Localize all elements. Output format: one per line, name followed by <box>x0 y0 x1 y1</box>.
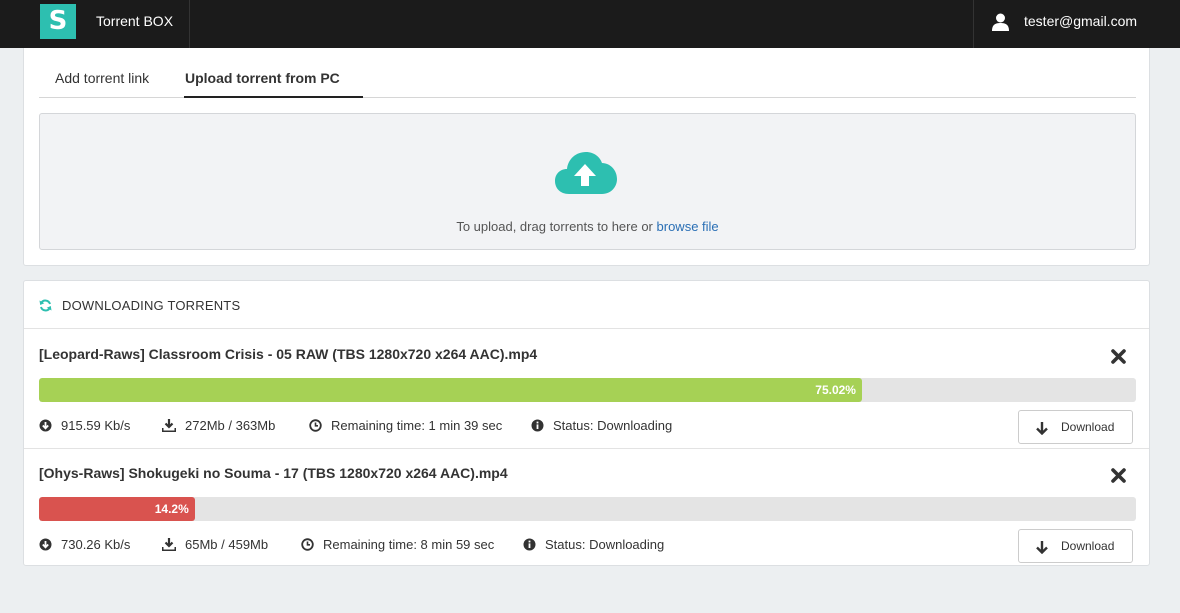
torrent-name: [Ohys-Raws] Shokugeki no Souma - 17 (TBS… <box>39 465 508 481</box>
downloads-header: DOWNLOADING TORRENTS <box>24 281 1149 329</box>
tab-add-torrent-link[interactable]: Add torrent link <box>55 70 149 86</box>
upload-panel: Add torrent link Upload torrent from PC … <box>23 48 1150 266</box>
torrent-status: Status: Downloading <box>523 537 664 552</box>
torrent-status: Status: Downloading <box>531 418 672 433</box>
browse-file-link[interactable]: browse file <box>657 219 719 234</box>
progress-percent: 75.02% <box>815 383 856 397</box>
download-button-label: Download <box>1061 539 1115 553</box>
download-size: 65Mb / 459Mb <box>162 537 268 552</box>
remaining-value: Remaining time: 1 min 39 sec <box>331 418 503 433</box>
size-value: 272Mb / 363Mb <box>185 418 276 433</box>
dropzone-instructions: To upload, drag torrents to here or brow… <box>40 219 1135 234</box>
status-value: Status: Downloading <box>545 537 665 552</box>
speed-value: 915.59 Kb/s <box>61 418 131 433</box>
remaining-time: Remaining time: 1 min 39 sec <box>309 418 502 433</box>
arrow-down-icon <box>1036 541 1048 554</box>
size-value: 65Mb / 459Mb <box>185 537 269 552</box>
arrow-circle-down-icon <box>39 538 52 551</box>
dropzone-text: To upload, drag torrents to here or <box>456 219 657 234</box>
info-circle-icon <box>523 538 536 551</box>
download-size: 272Mb / 363Mb <box>162 418 275 433</box>
arrow-circle-down-icon <box>39 419 52 432</box>
cloud-upload-icon[interactable] <box>555 150 617 196</box>
progress-bar: 14.2% <box>39 497 1136 521</box>
user-icon[interactable] <box>992 13 1009 31</box>
download-tray-icon <box>162 419 176 432</box>
app-brand-name[interactable]: Torrent BOX <box>96 13 173 29</box>
top-navbar: S Torrent BOX tester@gmail.com <box>0 0 1180 48</box>
app-logo[interactable]: S <box>40 4 76 39</box>
torrent-name: [Leopard-Raws] Classroom Crisis - 05 RAW… <box>39 346 538 362</box>
status-value: Status: Downloading <box>553 418 673 433</box>
downloads-title: DOWNLOADING TORRENTS <box>62 298 241 313</box>
navbar-divider <box>973 0 974 48</box>
navbar-divider <box>189 0 190 48</box>
downloads-panel: DOWNLOADING TORRENTS [Leopard-Raws] Clas… <box>23 280 1150 566</box>
tab-upload-from-pc[interactable]: Upload torrent from PC <box>185 70 340 86</box>
clock-icon <box>309 419 322 432</box>
refresh-icon[interactable] <box>39 299 52 312</box>
progress-fill: 14.2% <box>39 497 195 521</box>
download-speed: 915.59 Kb/s <box>39 418 130 433</box>
progress-percent: 14.2% <box>154 502 189 516</box>
remove-torrent-icon[interactable] <box>1110 348 1127 365</box>
remove-torrent-icon[interactable] <box>1110 467 1127 484</box>
download-tray-icon <box>162 538 176 551</box>
info-circle-icon <box>531 419 544 432</box>
progress-bar: 75.02% <box>39 378 1136 402</box>
torrent-item: [Ohys-Raws] Shokugeki no Souma - 17 (TBS… <box>24 448 1149 566</box>
upload-tabs: Add torrent link Upload torrent from PC <box>39 48 1136 98</box>
clock-icon <box>301 538 314 551</box>
download-button[interactable]: Download <box>1018 529 1133 563</box>
active-tab-indicator <box>184 96 363 98</box>
arrow-down-icon <box>1036 422 1048 435</box>
user-email[interactable]: tester@gmail.com <box>1024 13 1137 29</box>
remaining-time: Remaining time: 8 min 59 sec <box>301 537 494 552</box>
download-button[interactable]: Download <box>1018 410 1133 444</box>
progress-fill: 75.02% <box>39 378 862 402</box>
torrent-dropzone[interactable]: To upload, drag torrents to here or brow… <box>39 113 1136 250</box>
download-button-label: Download <box>1061 420 1115 434</box>
speed-value: 730.26 Kb/s <box>61 537 131 552</box>
torrent-item: [Leopard-Raws] Classroom Crisis - 05 RAW… <box>24 330 1149 448</box>
remaining-value: Remaining time: 8 min 59 sec <box>323 537 495 552</box>
download-speed: 730.26 Kb/s <box>39 537 130 552</box>
